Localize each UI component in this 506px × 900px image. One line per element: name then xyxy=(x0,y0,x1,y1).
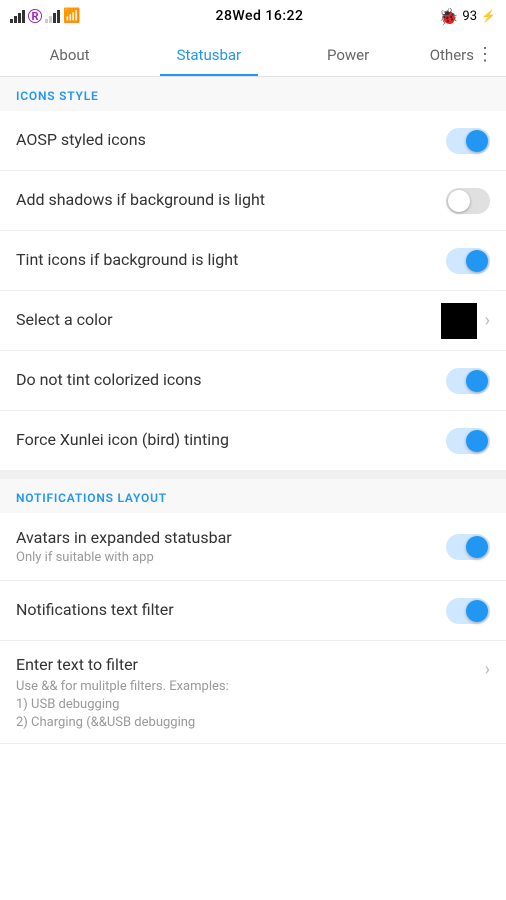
do-not-tint-knob xyxy=(466,370,488,392)
battery-percent: 93 xyxy=(462,9,477,24)
status-datetime: 28Wed 16:22 xyxy=(216,8,304,24)
tab-others[interactable]: Others ⋮ xyxy=(418,32,506,76)
r-icon: R xyxy=(28,9,42,23)
color-swatch[interactable] xyxy=(441,303,477,339)
force-xunlei-toggle[interactable] xyxy=(446,428,490,454)
status-bar: R 📶 28Wed 16:22 🐞 93 ⚡ xyxy=(0,0,506,32)
avatars-expanded-toggle[interactable] xyxy=(446,534,490,560)
add-shadows-toggle[interactable] xyxy=(446,188,490,214)
section-header-notifications-layout: NOTIFICATIONS LAYOUT xyxy=(0,479,506,513)
notifications-text-filter-label: Notifications text filter xyxy=(16,600,430,621)
battery-bolt-icon: ⚡ xyxy=(481,9,496,23)
chevron-right-icon: › xyxy=(485,310,490,331)
notifications-layout-list: Avatars in expanded statusbar Only if su… xyxy=(0,513,506,744)
add-shadows-label: Add shadows if background is light xyxy=(16,190,430,211)
row-aosp-styled-icons[interactable]: AOSP styled icons xyxy=(0,111,506,171)
aosp-styled-icons-knob xyxy=(466,130,488,152)
row-notifications-text-filter[interactable]: Notifications text filter xyxy=(0,581,506,641)
tint-icons-label: Tint icons if background is light xyxy=(16,250,430,271)
wifi-icon: 📶 xyxy=(63,8,80,24)
status-right-icons: 🐞 93 ⚡ xyxy=(439,7,497,26)
enter-text-filter-chevron-icon: › xyxy=(485,659,490,680)
avatars-expanded-knob xyxy=(466,536,488,558)
add-shadows-knob xyxy=(448,190,470,212)
aosp-styled-icons-label: AOSP styled icons xyxy=(16,130,430,151)
section-header-icons-style: ICONS STYLE xyxy=(0,77,506,111)
enter-text-filter-title: Enter text to filter xyxy=(16,655,469,674)
status-date: 28Wed xyxy=(216,8,262,24)
force-xunlei-label: Force Xunlei icon (bird) tinting xyxy=(16,430,430,451)
tint-icons-knob xyxy=(466,250,488,272)
signal-bars-icon xyxy=(10,9,25,23)
row-tint-icons[interactable]: Tint icons if background is light xyxy=(0,231,506,291)
status-left-icons: R 📶 xyxy=(10,8,80,24)
row-force-xunlei[interactable]: Force Xunlei icon (bird) tinting xyxy=(0,411,506,471)
row-add-shadows[interactable]: Add shadows if background is light xyxy=(0,171,506,231)
status-time: 16:22 xyxy=(265,8,303,24)
signal-bars-2-icon xyxy=(45,9,60,23)
force-xunlei-knob xyxy=(466,430,488,452)
section-gap-1 xyxy=(0,471,506,479)
tint-icons-toggle[interactable] xyxy=(446,248,490,274)
bug-icon: 🐞 xyxy=(439,7,459,26)
select-color-label: Select a color xyxy=(16,310,425,331)
avatars-expanded-label: Avatars in expanded statusbar xyxy=(16,528,430,549)
do-not-tint-toggle[interactable] xyxy=(446,368,490,394)
more-dots-icon: ⋮ xyxy=(476,46,494,64)
aosp-styled-icons-toggle[interactable] xyxy=(446,128,490,154)
tab-about[interactable]: About xyxy=(0,32,139,76)
enter-text-filter-description: Use && for mulitple filters. Examples: 1… xyxy=(16,678,469,733)
row-do-not-tint[interactable]: Do not tint colorized icons xyxy=(0,351,506,411)
notifications-text-filter-knob xyxy=(466,600,488,622)
row-avatars-expanded[interactable]: Avatars in expanded statusbar Only if su… xyxy=(0,513,506,581)
icons-style-list: AOSP styled icons Add shadows if backgro… xyxy=(0,111,506,471)
row-select-color[interactable]: Select a color › xyxy=(0,291,506,351)
avatars-expanded-sublabel: Only if suitable with app xyxy=(16,550,430,565)
tab-statusbar[interactable]: Statusbar xyxy=(139,32,278,76)
notifications-text-filter-toggle[interactable] xyxy=(446,598,490,624)
do-not-tint-label: Do not tint colorized icons xyxy=(16,370,430,391)
row-enter-text-filter[interactable]: Enter text to filter Use && for mulitple… xyxy=(0,641,506,744)
tab-bar: About Statusbar Power Others ⋮ xyxy=(0,32,506,77)
tab-power[interactable]: Power xyxy=(278,32,417,76)
